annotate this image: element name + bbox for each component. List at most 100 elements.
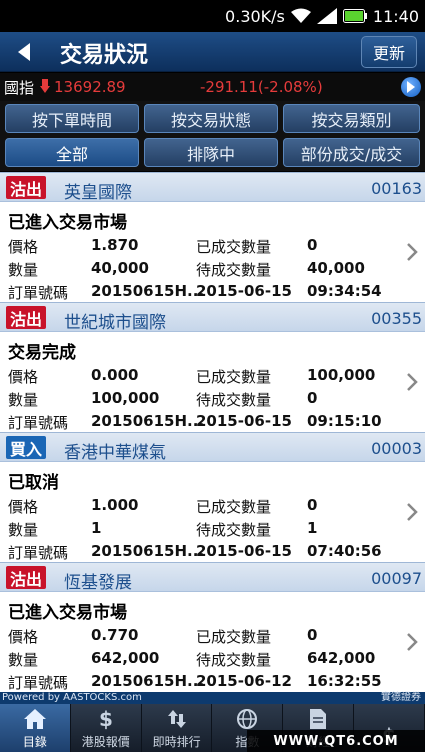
tab-menu[interactable]: 目錄: [0, 704, 71, 752]
filled-value: 0: [307, 626, 318, 644]
order-header: 沽出 世紀城市國際 00355: [0, 302, 425, 333]
order-item[interactable]: 沽出 英皇國際 00163 已進入交易市場 價格 1.870 已成交數量 0 數…: [0, 172, 425, 302]
clock: 11:40: [372, 6, 419, 26]
stock-name: 英皇國際: [64, 183, 132, 203]
qty-label: 數量: [8, 261, 39, 279]
sort-by-type-button[interactable]: 按交易類別: [283, 104, 420, 133]
order-no-value: 20150615H...: [91, 282, 205, 300]
price-value: 0.770: [91, 626, 139, 644]
order-time: 09:34:54: [307, 282, 382, 300]
filter-queued-button[interactable]: 排隊中: [144, 138, 278, 167]
order-details: 已進入交易市場 價格 0.770 已成交數量 0 數量 642,000 待成交數…: [0, 592, 425, 692]
filled-label: 已成交數量: [196, 238, 272, 256]
stock-code: 00163: [371, 179, 422, 198]
broker-name: 實德證券: [381, 692, 421, 703]
back-button[interactable]: [8, 38, 40, 66]
side-badge: 沽出: [6, 176, 47, 199]
order-item[interactable]: 買入 香港中華煤氣 00003 已取消 價格 1.000 已成交數量 0 數量 …: [0, 432, 425, 562]
order-no-value: 20150615H...: [91, 412, 205, 430]
chevron-right-icon[interactable]: [405, 240, 419, 264]
order-no-label: 訂單號碼: [8, 544, 69, 562]
globe-icon: [234, 707, 260, 731]
network-speed: 0.30K/s: [225, 6, 285, 26]
order-header: 沽出 英皇國際 00163: [0, 172, 425, 203]
signal-icon: [316, 8, 337, 24]
down-arrow-icon: [40, 78, 51, 97]
index-change: -291.11(-2.08%): [200, 78, 323, 96]
order-status: 已進入交易市場: [8, 213, 127, 233]
filter-filled-button[interactable]: 部份成交/成交: [283, 138, 420, 167]
order-date: 2015-06-12: [196, 672, 292, 690]
order-item[interactable]: 沽出 恆基發展 00097 已進入交易市場 價格 0.770 已成交數量 0 數…: [0, 562, 425, 692]
order-status: 已進入交易市場: [8, 603, 127, 623]
qty-label: 數量: [8, 391, 39, 409]
watermark: WWW.QT6.COM: [247, 730, 425, 752]
stock-code: 00355: [371, 309, 422, 328]
order-header: 沽出 恆基發展 00097: [0, 562, 425, 593]
price-label: 價格: [8, 238, 39, 256]
tab-ranking[interactable]: 即時排行: [142, 704, 213, 752]
order-no-label: 訂單號碼: [8, 674, 69, 692]
price-label: 價格: [8, 628, 39, 646]
status-bar: 0.30K/s 11:40: [0, 0, 425, 32]
stock-name: 香港中華煤氣: [64, 443, 166, 463]
back-arrow-icon: [18, 43, 30, 61]
pending-label: 待成交數量: [196, 521, 272, 539]
tab-label: 目錄: [22, 735, 47, 749]
powered-by-text: Powered by AASTOCKS.com: [2, 692, 142, 703]
index-ticker[interactable]: 國指 13692.89 -291.11(-2.08%): [0, 73, 425, 101]
price-value: 1.870: [91, 236, 139, 254]
index-label: 國指: [4, 78, 35, 97]
pending-value: 1: [307, 519, 318, 537]
side-badge: 沽出: [6, 566, 47, 589]
sort-by-status-button[interactable]: 按交易狀態: [144, 104, 278, 133]
order-no-value: 20150615H...: [91, 672, 205, 690]
filled-value: 0: [307, 496, 318, 514]
qty-value: 642,000: [91, 649, 160, 667]
tab-hk-quotes[interactable]: $ 港股報價: [71, 704, 142, 752]
chevron-right-icon[interactable]: [405, 630, 419, 654]
stock-code: 00003: [371, 439, 422, 458]
filled-label: 已成交數量: [196, 368, 272, 386]
powered-by-bar: Powered by AASTOCKS.com 實德證券: [0, 692, 425, 704]
side-badge: 買入: [6, 436, 47, 459]
refresh-button[interactable]: 更新: [361, 36, 417, 68]
chevron-right-icon[interactable]: [405, 370, 419, 394]
qty-value: 1: [91, 519, 102, 537]
pending-value: 0: [307, 389, 318, 407]
order-item[interactable]: 沽出 世紀城市國際 00355 交易完成 價格 0.000 已成交數量 100,…: [0, 302, 425, 432]
stock-name: 世紀城市國際: [64, 313, 166, 333]
filter-all-button[interactable]: 全部: [5, 138, 139, 167]
order-list[interactable]: 沽出 英皇國際 00163 已進入交易市場 價格 1.870 已成交數量 0 數…: [0, 172, 425, 692]
filter-panel: 按下單時間 按交易狀態 按交易類別 全部 排隊中 部份成交/成交: [0, 101, 425, 171]
wifi-icon: [290, 8, 311, 24]
stock-name: 恆基發展: [64, 573, 132, 593]
sort-by-time-button[interactable]: 按下單時間: [5, 104, 139, 133]
qty-value: 100,000: [91, 389, 160, 407]
price-value: 0.000: [91, 366, 139, 384]
order-details: 已進入交易市場 價格 1.870 已成交數量 0 數量 40,000 待成交數量…: [0, 202, 425, 302]
order-no-label: 訂單號碼: [8, 414, 69, 432]
order-status: 已取消: [8, 473, 59, 493]
order-time: 16:32:55: [307, 672, 382, 690]
page-title: 交易狀況: [60, 43, 149, 68]
pending-label: 待成交數量: [196, 261, 272, 279]
order-details: 已取消 價格 1.000 已成交數量 0 數量 1 待成交數量 1 訂單號碼 2…: [0, 462, 425, 562]
order-header: 買入 香港中華煤氣 00003: [0, 432, 425, 463]
stock-code: 00097: [371, 569, 422, 588]
chevron-right-icon[interactable]: [405, 500, 419, 524]
next-index-icon[interactable]: [401, 77, 421, 97]
order-date: 2015-06-15: [196, 542, 292, 560]
tab-label: 港股報價: [81, 735, 130, 749]
price-label: 價格: [8, 368, 39, 386]
order-no-label: 訂單號碼: [8, 284, 69, 302]
qty-label: 數量: [8, 651, 39, 669]
filled-label: 已成交數量: [196, 498, 272, 516]
pending-label: 待成交數量: [196, 391, 272, 409]
pending-value: 642,000: [307, 649, 376, 667]
index-value: 13692.89: [54, 78, 126, 96]
order-date: 2015-06-15: [196, 282, 292, 300]
side-badge: 沽出: [6, 306, 47, 329]
tab-label: 即時排行: [152, 735, 201, 749]
order-no-value: 20150615H...: [91, 542, 205, 560]
